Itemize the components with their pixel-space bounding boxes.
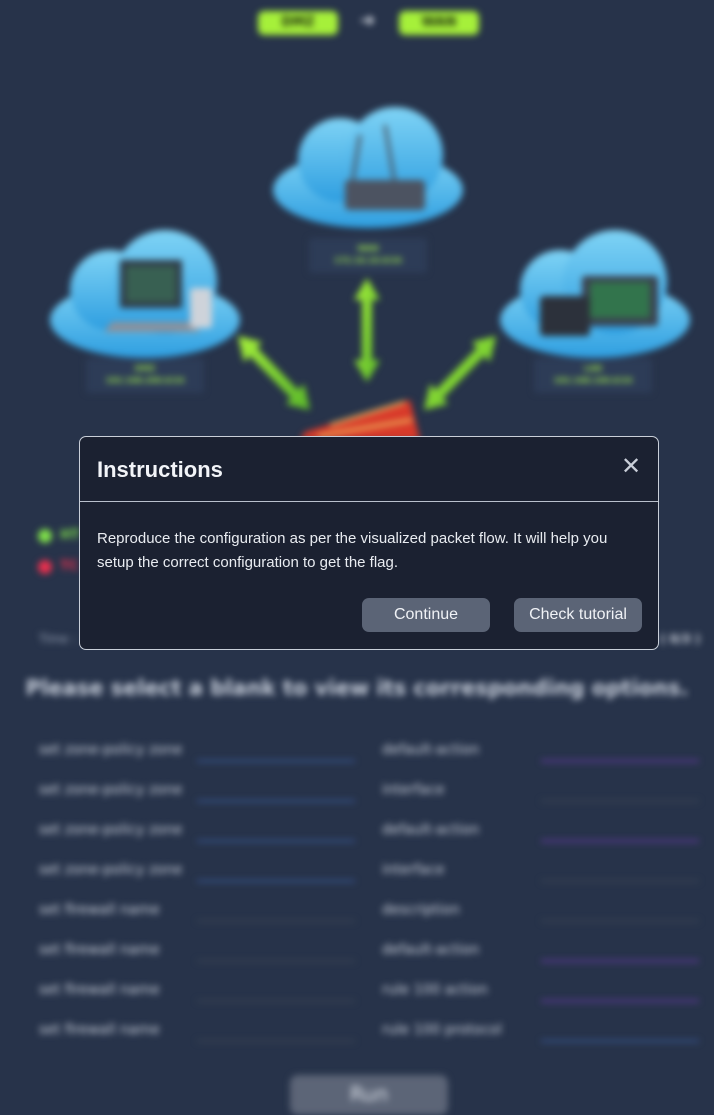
blank-field-9[interactable] [197, 920, 355, 922]
blank-field-11[interactable] [197, 960, 355, 962]
continue-button[interactable]: Continue [362, 598, 490, 632]
blank-field-5[interactable] [197, 840, 355, 842]
wan-subnet: 172.16.10.0/24 [334, 256, 402, 265]
config-command: set firewall name [39, 902, 160, 918]
blank-field-4[interactable] [541, 800, 699, 802]
config-param: description [382, 902, 460, 918]
config-param: interface [382, 862, 445, 878]
config-row: set firewall name default-action [0, 940, 714, 980]
blank-field-8[interactable] [541, 880, 699, 882]
lan-label: LAN [584, 364, 602, 373]
blank-field-1[interactable] [197, 760, 355, 762]
blank-field-3[interactable] [197, 800, 355, 802]
run-button[interactable]: Run [290, 1075, 448, 1115]
instructions-modal: Instructions ✕ Reproduce the configurati… [79, 436, 659, 650]
dmz-label: DMZ [134, 364, 156, 373]
config-row: set zone-policy zone default-action [0, 740, 714, 780]
blank-field-15[interactable] [197, 1040, 355, 1042]
dmz-label-box: DMZ 192.168.200.0/24 [86, 358, 204, 393]
config-row: set zone-policy zone default-action [0, 820, 714, 860]
modal-divider [80, 501, 658, 502]
wan-label-box: WAN 172.16.10.0/24 [309, 238, 427, 273]
flow-arrow-icon: ➜ [360, 10, 376, 31]
lan-subnet: 192.168.100.0/24 [553, 376, 633, 385]
blank-field-6[interactable] [541, 840, 699, 842]
config-command: set zone-policy zone [39, 742, 183, 758]
modal-title: Instructions [97, 457, 223, 482]
timer-label: Time : [39, 632, 77, 646]
prompt-text: Please select a blank to view its corres… [25, 676, 689, 700]
green-dot-icon [38, 528, 52, 543]
config-param: default-action [382, 742, 480, 758]
legend-item-2: TC [38, 559, 78, 574]
config-row: set firewall name rule 100 protocol [0, 1020, 714, 1060]
config-param: rule 100 action [382, 982, 488, 998]
close-icon[interactable]: ✕ [618, 454, 644, 480]
config-row: set zone-policy zone interface [0, 860, 714, 900]
blank-field-7[interactable] [197, 880, 355, 882]
config-row: set firewall name rule 100 action [0, 980, 714, 1020]
config-command: set zone-policy zone [39, 822, 183, 838]
legend-item-1-text: HT [60, 528, 80, 543]
config-param: default-action [382, 942, 480, 958]
flow-source-badge: DMZ [258, 11, 338, 35]
blank-field-14[interactable] [541, 1000, 699, 1002]
progress-counter: ( 0/3 ) [660, 632, 701, 646]
config-param: interface [382, 782, 445, 798]
config-param: rule 100 protocol [382, 1022, 502, 1038]
blank-field-12[interactable] [541, 960, 699, 962]
config-command: set firewall name [39, 982, 160, 998]
dmz-subnet: 192.168.200.0/24 [105, 376, 185, 385]
lan-label-box: LAN 192.168.100.0/24 [534, 358, 652, 393]
arrows [238, 278, 496, 410]
check-tutorial-button[interactable]: Check tutorial [514, 598, 642, 632]
wan-label: WAN [357, 244, 379, 253]
config-row: set zone-policy zone interface [0, 780, 714, 820]
firewall-icon [300, 400, 420, 440]
config-command: set firewall name [39, 942, 160, 958]
config-row: set firewall name description [0, 900, 714, 940]
config-command: set zone-policy zone [39, 862, 183, 878]
config-command: set zone-policy zone [39, 782, 183, 798]
blank-field-16[interactable] [541, 1040, 699, 1042]
config-command: set firewall name [39, 1022, 160, 1038]
legend-item-2-text: TC [60, 559, 79, 574]
blank-field-10[interactable] [541, 920, 699, 922]
blank-field-2[interactable] [541, 760, 699, 762]
config-param: default-action [382, 822, 480, 838]
legend-item-1: HT [38, 528, 80, 543]
red-dot-icon [38, 559, 52, 574]
modal-body: Reproduce the configuration as per the v… [97, 530, 608, 571]
blank-field-13[interactable] [197, 1000, 355, 1002]
flow-destination-badge: WAN [399, 11, 479, 35]
network-diagram [50, 107, 690, 440]
